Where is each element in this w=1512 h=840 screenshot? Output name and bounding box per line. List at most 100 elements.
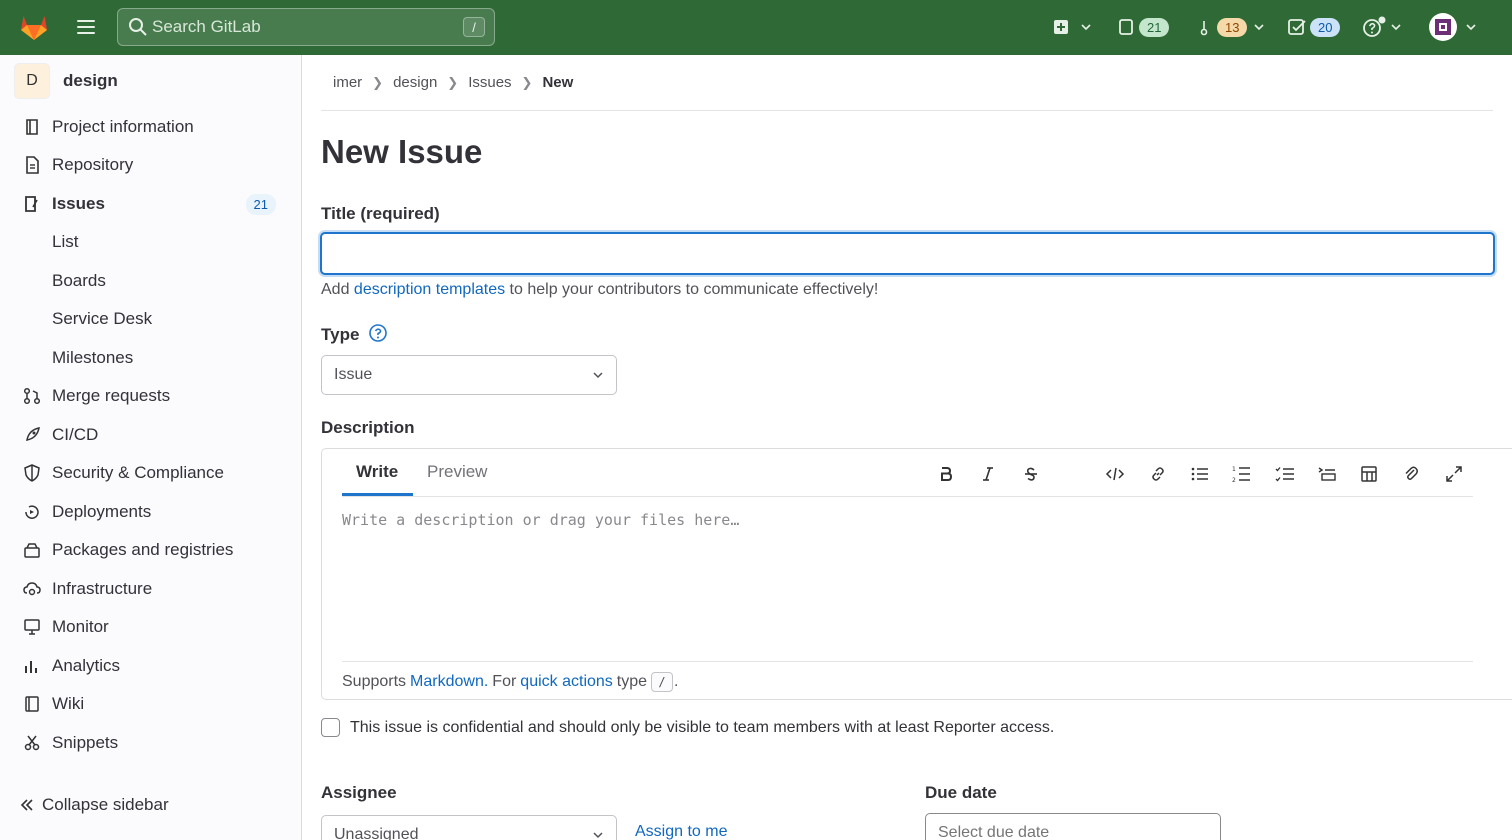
collapsible-section-icon — [1318, 467, 1336, 481]
assignee-select[interactable]: Unassigned — [321, 815, 617, 840]
task-list-icon — [1275, 467, 1294, 482]
sidebar-item-monitor[interactable]: Monitor — [22, 612, 290, 642]
issues-icon — [1119, 19, 1133, 35]
hamburger-line — [77, 20, 95, 22]
type-word: type — [616, 673, 648, 690]
sidebar-item-snippets[interactable]: Snippets — [22, 728, 290, 758]
assign-to-me-link[interactable]: Assign to me — [635, 823, 727, 840]
sidebar-item-project-information[interactable]: Project information — [22, 112, 290, 142]
deployments-icon — [22, 502, 42, 522]
sidebar-item-service-desk[interactable]: Service Desk — [52, 304, 290, 334]
type-select-value: Issue — [334, 366, 373, 383]
help-dropdown[interactable] — [1362, 13, 1401, 41]
user-avatar — [1429, 13, 1457, 41]
numbered-list-button[interactable]: 12 — [1230, 462, 1254, 486]
sidebar-item-label: Monitor — [52, 617, 109, 636]
sidebar-item-milestones[interactable]: Milestones — [52, 343, 290, 373]
main-menu-button[interactable] — [72, 14, 100, 40]
merge-requests-dropdown[interactable]: 13 — [1200, 13, 1265, 41]
description-templates-helper: Add description templates to help your c… — [321, 281, 878, 299]
gitlab-logo-icon[interactable] — [18, 11, 50, 43]
slash-key: / — [651, 672, 674, 692]
link-button[interactable] — [1146, 462, 1170, 486]
search-icon — [129, 18, 147, 36]
sidebar-item-boards[interactable]: Boards — [52, 266, 290, 296]
sidebar-item-label: Merge requests — [52, 386, 171, 405]
fullscreen-button[interactable] — [1442, 462, 1466, 486]
breadcrumb-item-group[interactable]: imer — [333, 74, 362, 91]
collapse-sidebar-label: Collapse sidebar — [42, 795, 169, 814]
code-button[interactable] — [1103, 462, 1127, 486]
bullet-list-button[interactable] — [1188, 462, 1212, 486]
monitor-icon — [22, 617, 42, 637]
cloud-gear-icon — [22, 579, 42, 599]
sidebar-item-label: Analytics — [52, 656, 121, 675]
tab-write[interactable]: Write — [356, 462, 398, 482]
repository-icon — [22, 155, 42, 175]
description-textarea[interactable] — [342, 511, 1472, 651]
sidebar-item-issues[interactable]: Issues 21 — [22, 189, 290, 219]
collapse-sidebar-button[interactable]: Collapse sidebar — [20, 795, 169, 815]
project-avatar: D — [14, 63, 50, 99]
type-select[interactable]: Issue — [321, 355, 617, 395]
quick-actions-link[interactable]: quick actions — [520, 673, 613, 691]
helper-suffix: to help your contributors to communicate… — [505, 281, 879, 298]
markdown-link[interactable]: Markdown. — [410, 673, 488, 691]
due-date-input[interactable] — [925, 813, 1221, 840]
chevron-down-icon — [1081, 24, 1091, 31]
sidebar-item-repository[interactable]: Repository — [22, 150, 290, 180]
breadcrumb-item-project[interactable]: design — [393, 74, 437, 91]
sidebar-item-label: Service Desk — [52, 309, 153, 328]
title-input[interactable] — [320, 232, 1495, 275]
table-button[interactable] — [1357, 462, 1381, 486]
end-dot: . — [674, 673, 679, 690]
sidebar-item-list[interactable]: List — [52, 227, 290, 257]
issues-icon — [22, 194, 42, 214]
sidebar-item-packages-registries[interactable]: Packages and registries — [22, 535, 290, 565]
breadcrumb-separator-icon: ❯ — [372, 74, 384, 90]
issues-shortcut[interactable]: 21 — [1118, 13, 1170, 41]
breadcrumb-separator-icon: ❯ — [447, 74, 459, 90]
type-label: Type — [321, 325, 360, 344]
sidebar-item-security-compliance[interactable]: Security & Compliance — [22, 458, 290, 488]
sidebar-item-deployments[interactable]: Deployments — [22, 497, 290, 527]
assignee-label: Assignee — [321, 783, 397, 802]
bold-button[interactable] — [934, 462, 958, 486]
for-text: For — [492, 673, 517, 690]
sidebar-item-label: Snippets — [52, 733, 119, 752]
supports-text: Supports — [342, 673, 407, 690]
user-menu-dropdown[interactable] — [1429, 13, 1476, 41]
package-icon — [22, 540, 42, 560]
avatar-pattern-icon — [1435, 19, 1451, 35]
breadcrumb-divider — [321, 110, 1493, 111]
task-list-button[interactable] — [1273, 462, 1297, 486]
sidebar-item-wiki[interactable]: Wiki — [22, 689, 290, 719]
sidebar-item-cicd[interactable]: CI/CD — [22, 420, 290, 450]
todos-shortcut[interactable]: 20 — [1287, 13, 1341, 41]
book-icon — [22, 694, 42, 714]
issues-count-badge: 21 — [1139, 17, 1170, 37]
bold-icon — [941, 467, 953, 481]
search-input[interactable] — [152, 17, 452, 37]
search-box[interactable]: / — [117, 8, 495, 46]
sidebar-item-merge-requests[interactable]: Merge requests — [22, 381, 290, 411]
todo-check-icon — [1288, 19, 1306, 35]
tab-preview[interactable]: Preview — [427, 462, 487, 482]
svg-text:1: 1 — [1232, 466, 1236, 473]
bullet-list-icon — [1191, 467, 1208, 481]
project-header[interactable]: D design — [14, 63, 118, 99]
sidebar-item-label: Project information — [52, 117, 194, 136]
strikethrough-button[interactable] — [1019, 462, 1043, 486]
strikethrough-icon — [1025, 467, 1037, 481]
confidential-checkbox[interactable] — [321, 718, 340, 737]
breadcrumb-separator-icon: ❯ — [521, 74, 533, 90]
question-circle-icon[interactable] — [368, 323, 388, 343]
attach-file-button[interactable] — [1399, 462, 1423, 486]
new-item-dropdown[interactable] — [1052, 13, 1091, 41]
collapsible-section-button[interactable] — [1315, 462, 1339, 486]
description-templates-link[interactable]: description templates — [354, 281, 505, 298]
breadcrumb-item-issues[interactable]: Issues — [468, 74, 511, 91]
sidebar-item-infrastructure[interactable]: Infrastructure — [22, 574, 290, 604]
italic-button[interactable] — [976, 462, 1000, 486]
sidebar-item-analytics[interactable]: Analytics — [22, 651, 290, 681]
